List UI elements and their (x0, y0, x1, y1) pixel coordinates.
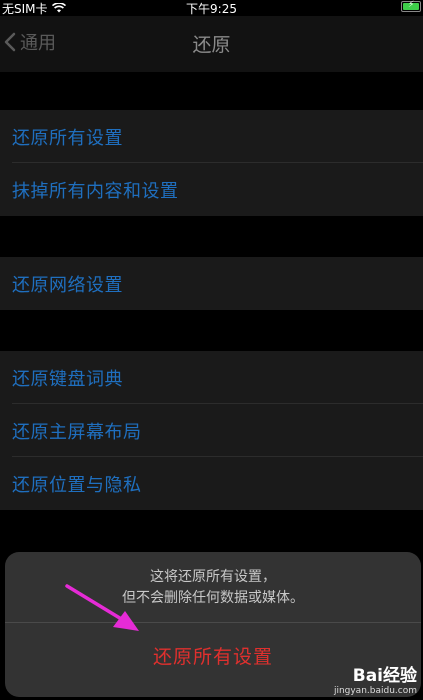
list-item-reset-network[interactable]: 还原网络设置 (0, 257, 423, 310)
pointer-arrow-icon (65, 584, 139, 631)
list-item-label: 还原主屏幕布局 (12, 421, 142, 443)
page-title: 还原 (192, 34, 231, 56)
reset-group-3: 还原键盘词典 还原主屏幕布局 还原位置与隐私 (0, 351, 423, 510)
reset-group-1: 还原所有设置 抹掉所有内容和设置 (0, 110, 423, 216)
list-item-label: 还原位置与隐私 (12, 474, 142, 496)
reset-group-2: 还原网络设置 (0, 257, 423, 310)
watermark-logo: Bai经验 (352, 666, 417, 686)
list-item-reset-all-settings[interactable]: 还原所有设置 (0, 110, 423, 163)
watermark-url: jingyan.baidu.com (333, 686, 417, 696)
list-item-label: 还原键盘词典 (12, 368, 123, 390)
list-item-label: 还原所有设置 (12, 127, 123, 149)
navigation-bar: 通用 还原 (0, 16, 423, 72)
status-time: 下午9:25 (186, 2, 237, 16)
battery-icon: ⚡ (401, 0, 421, 12)
status-bar: 无SIM卡 下午9:25 ⚡ (0, 0, 423, 16)
list-item-reset-home-layout[interactable]: 还原主屏幕布局 (0, 404, 423, 457)
list-item-reset-location-privacy[interactable]: 还原位置与隐私 (0, 457, 423, 510)
list-item-reset-keyboard[interactable]: 还原键盘词典 (0, 351, 423, 404)
list-item-label: 抹掉所有内容和设置 (12, 180, 179, 202)
list-item-erase-all[interactable]: 抹掉所有内容和设置 (0, 163, 423, 216)
watermark: Bai经验 jingyan.baidu.com (334, 661, 417, 696)
list-item-label: 还原网络设置 (12, 274, 123, 296)
